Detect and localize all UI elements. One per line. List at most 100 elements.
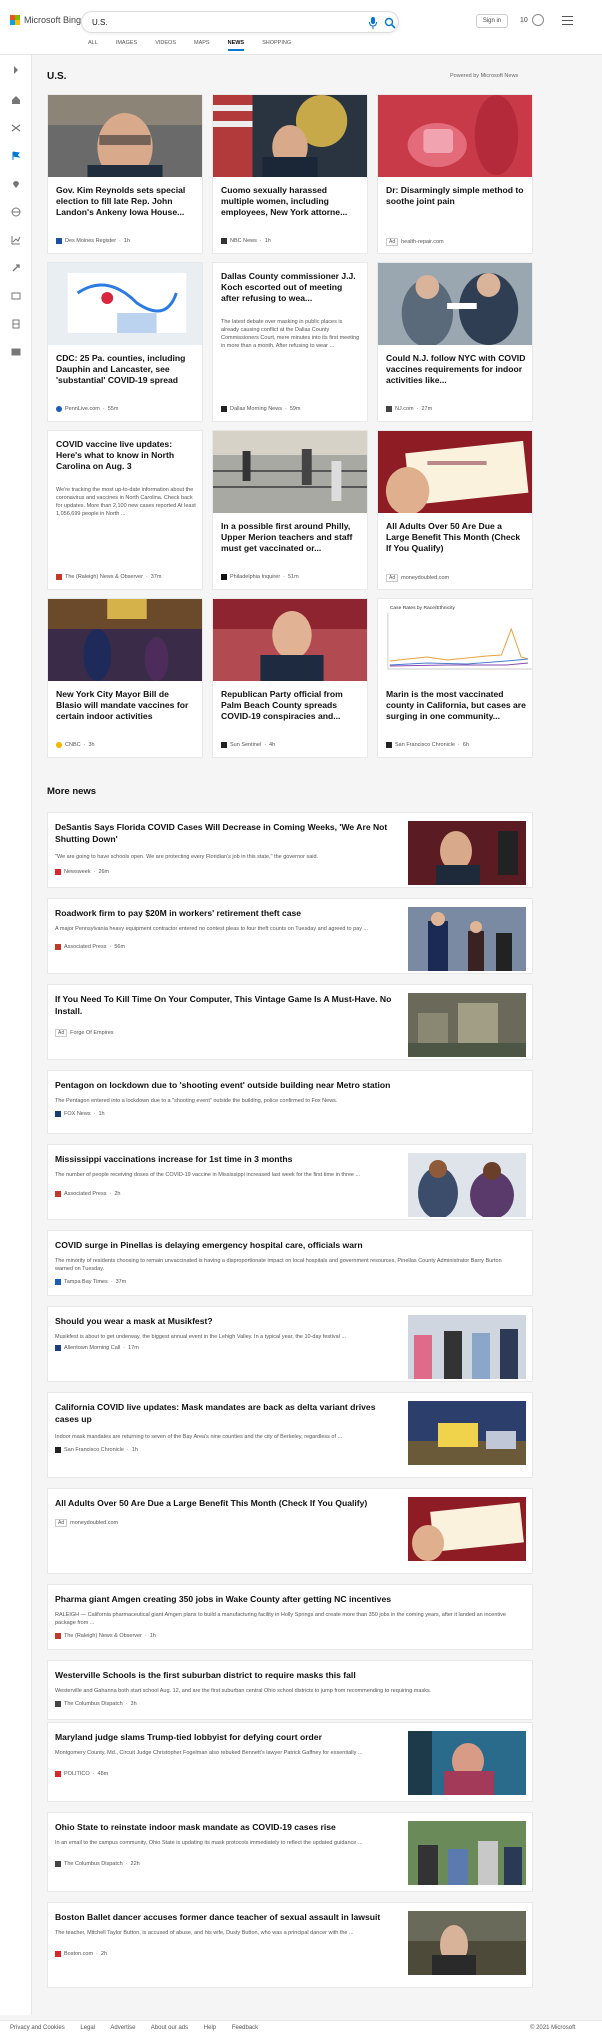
sign-in-button[interactable]: Sign in [476, 14, 508, 28]
tab-all[interactable]: ALL [88, 40, 98, 51]
news-list-item[interactable]: Pharma giant Amgen creating 350 jobs in … [47, 1584, 533, 1650]
tab-maps[interactable]: MAPS [194, 40, 210, 51]
source-logo-icon [55, 1279, 61, 1285]
ad-list-item[interactable]: If You Need To Kill Time On Your Compute… [47, 984, 533, 1060]
item-thumbnail [408, 907, 526, 971]
item-title: Mississippi vaccinations increase for 1s… [55, 1154, 293, 1164]
location-icon[interactable] [11, 179, 21, 189]
card-title: Marin is the most vaccinated county in C… [386, 689, 526, 721]
footer-link-feedback[interactable]: Feedback [232, 2025, 258, 2031]
microsoft-logo-icon [10, 15, 20, 25]
source-logo-icon [55, 1345, 61, 1351]
news-card[interactable]: Could N.J. follow NYC with COVID vaccine… [377, 262, 533, 422]
item-source: FOX News · 1h [55, 1111, 105, 1117]
news-list-item[interactable]: Mississippi vaccinations increase for 1s… [47, 1144, 533, 1220]
card-title: Could N.J. follow NYC with COVID vaccine… [386, 353, 526, 385]
card-title: New York City Mayor Bill de Blasio will … [56, 689, 189, 721]
home-icon[interactable] [11, 95, 21, 105]
news-card[interactable]: Gov. Kim Reynolds sets special election … [47, 94, 203, 254]
news-card[interactable]: Case Rates by Race/Ethnicity Marin is th… [377, 598, 533, 758]
card-image [378, 431, 532, 513]
shuffle-icon[interactable] [11, 123, 21, 133]
card-source: NBC News · 1h [221, 238, 271, 244]
sports-icon[interactable] [11, 319, 21, 329]
news-card[interactable]: New York City Mayor Bill de Blasio will … [47, 598, 203, 758]
item-title: Boston Ballet dancer accuses former danc… [55, 1912, 381, 1922]
item-title: All Adults Over 50 Are Due a Large Benef… [55, 1498, 368, 1508]
item-title: Pharma giant Amgen creating 350 jobs in … [55, 1594, 392, 1604]
rewards-button[interactable]: 10 [520, 14, 544, 26]
category-sidebar [0, 55, 32, 2015]
card-image [213, 431, 367, 513]
source-logo-icon [221, 742, 227, 748]
globe-icon[interactable] [11, 207, 21, 217]
item-source: Allentown Morning Call · 17m [55, 1345, 139, 1351]
footer-link-about-ads[interactable]: About our ads [151, 2025, 188, 2031]
card-source: Philadelphia Inquirer · 51m [221, 574, 299, 580]
news-list-item[interactable]: Pentagon on lockdown due to 'shooting ev… [47, 1070, 533, 1134]
tab-images[interactable]: IMAGES [116, 40, 137, 51]
news-list-item[interactable]: Boston Ballet dancer accuses former danc… [47, 1902, 533, 1988]
news-card[interactable]: In a possible first around Philly, Upper… [212, 430, 368, 590]
item-snippet: A major Pennsylvania heavy equipment con… [55, 926, 369, 932]
news-list-item[interactable]: Westerville Schools is the first suburba… [47, 1660, 533, 1720]
card-title: CDC: 25 Pa. counties, including Dauphin … [56, 353, 186, 385]
news-list-item[interactable]: Roadwork firm to pay $20M in workers' re… [47, 898, 533, 974]
news-card[interactable]: Republican Party official from Palm Beac… [212, 598, 368, 758]
footer-link-legal[interactable]: Legal [80, 2025, 95, 2031]
news-card[interactable]: Dallas County commissioner J.J. Koch esc… [212, 262, 368, 422]
ad-badge: Ad [55, 1519, 68, 1527]
item-title: Maryland judge slams Trump-tied lobbyist… [55, 1732, 322, 1742]
news-list-item[interactable]: DeSantis Says Florida COVID Cases Will D… [47, 812, 533, 888]
ad-list-item[interactable]: All Adults Over 50 Are Due a Large Benef… [47, 1488, 533, 1574]
ad-card[interactable]: Dr: Disarmingly simple method to soothe … [377, 94, 533, 254]
item-snippet: The teacher, Mitchell Taylor Button, is … [55, 1930, 354, 1936]
news-list-item[interactable]: Maryland judge slams Trump-tied lobbyist… [47, 1722, 533, 1802]
item-source: The Columbus Dispatch · 3h [55, 1701, 137, 1707]
news-list-item[interactable]: COVID surge in Pinellas is delaying emer… [47, 1230, 533, 1296]
footer-link-help[interactable]: Help [204, 2025, 216, 2031]
item-thumbnail [408, 1821, 526, 1885]
film-icon[interactable] [11, 291, 21, 301]
item-source: The (Raleigh) News & Observer · 1h [55, 1633, 156, 1639]
item-title: If You Need To Kill Time On Your Compute… [55, 994, 392, 1016]
footer-link-privacy[interactable]: Privacy and Cookies [10, 2025, 65, 2031]
chart-icon[interactable] [11, 235, 21, 245]
source-logo-icon [56, 574, 62, 580]
news-list-item[interactable]: California COVID live updates: Mask mand… [47, 1392, 533, 1478]
source-logo-icon [56, 742, 62, 748]
chart-caption: Case Rates by Race/Ethnicity [390, 605, 456, 611]
ad-card[interactable]: All Adults Over 50 Are Due a Large Benef… [377, 430, 533, 590]
item-snippet: The minority of residents choosing to re… [55, 1258, 502, 1272]
tab-news[interactable]: NEWS [227, 40, 245, 51]
card-title: In a possible first around Philly, Upper… [221, 521, 353, 553]
tab-videos[interactable]: VIDEOS [155, 40, 176, 51]
powered-by-label: Powered by Microsoft News [450, 73, 519, 79]
search-box[interactable] [81, 11, 399, 33]
search-icon[interactable] [384, 17, 396, 29]
search-input[interactable] [92, 16, 352, 29]
item-source: Tampa Bay Times · 37m [55, 1279, 126, 1285]
item-title: COVID surge in Pinellas is delaying emer… [55, 1240, 363, 1250]
item-source: POLITICO · 48m [55, 1771, 108, 1777]
ad-badge: Ad [386, 238, 399, 246]
footer-link-advertise[interactable]: Advertise [110, 2025, 135, 2031]
item-thumbnail [408, 1153, 526, 1217]
tab-shopping[interactable]: SHOPPING [262, 40, 291, 51]
card-title: Dallas County commissioner J.J. Koch esc… [221, 271, 356, 303]
news-list-item[interactable]: Ohio State to reinstate indoor mask mand… [47, 1812, 533, 1892]
bing-logo[interactable]: Microsoft Bing [10, 15, 81, 25]
news-card[interactable]: Cuomo sexually harassed multiple women, … [212, 94, 368, 254]
item-snippet: Indoor mask mandates are returning to se… [55, 1434, 343, 1440]
item-source: The Columbus Dispatch · 22h [55, 1861, 140, 1867]
menu-icon[interactable] [562, 16, 573, 25]
news-card[interactable]: COVID vaccine live updates: Here's what … [47, 430, 203, 590]
flag-icon[interactable] [11, 151, 21, 161]
news-list-item[interactable]: Should you wear a mask at Musikfest? Mus… [47, 1306, 533, 1382]
news-card[interactable]: CDC: 25 Pa. counties, including Dauphin … [47, 262, 203, 422]
expand-icon[interactable] [11, 65, 21, 75]
rocket-icon[interactable] [11, 263, 21, 273]
source-logo-icon [55, 1633, 61, 1639]
microphone-icon[interactable] [368, 17, 378, 29]
money-icon[interactable] [11, 347, 21, 357]
